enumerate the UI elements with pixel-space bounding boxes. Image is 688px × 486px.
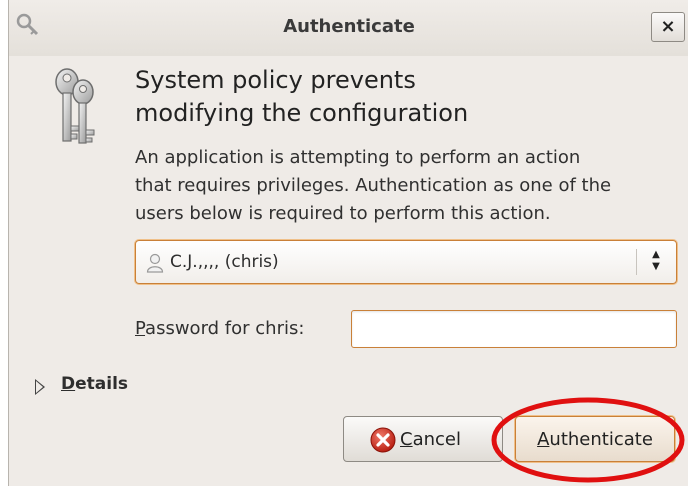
description-line: that requires privileges. Authentication… (135, 175, 612, 196)
expander-triangle-fill (36, 381, 43, 393)
keys-icon (55, 68, 95, 144)
authenticate-dialog: Authenticate × System policy prevents mo… (8, 0, 688, 486)
heading-line: modifying the configuration (135, 99, 469, 127)
dialog-description: An application is attempting to perform … (135, 144, 683, 228)
selected-user: C.J.,,,, (chris) (170, 252, 279, 272)
cancel-label-text: ancel (412, 429, 461, 450)
description-line: An application is attempting to perform … (135, 147, 581, 168)
select-separator (636, 249, 637, 275)
cancel-icon (370, 427, 396, 453)
cancel-mnemonic: C (400, 429, 413, 450)
user-icon (146, 253, 164, 273)
authenticate-mnemonic: A (537, 429, 550, 450)
cancel-button[interactable]: Cancel (343, 416, 503, 462)
description-line: users below is required to perform this … (135, 203, 551, 224)
cancel-label: Cancel (400, 429, 461, 450)
password-label: Password for chris: (135, 318, 304, 339)
password-label-text: assword for chris: (145, 318, 305, 339)
authenticate-label-text: uthenticate (549, 429, 653, 450)
authenticate-button[interactable]: Authenticate (515, 416, 675, 462)
password-input[interactable] (351, 310, 677, 348)
updown-arrows-icon: ▲ ▼ (652, 249, 660, 272)
user-select[interactable]: C.J.,,,, (chris) ▲ ▼ (135, 240, 677, 284)
details-expander[interactable]: Details (61, 374, 128, 394)
details-mnemonic: D (61, 374, 76, 394)
details-label-text: etails (75, 374, 129, 394)
close-button[interactable]: × (651, 12, 685, 42)
authenticate-label: Authenticate (516, 429, 674, 450)
window-title: Authenticate (283, 16, 415, 37)
password-mnemonic: P (135, 318, 146, 339)
dialog-heading: System policy prevents modifying the con… (135, 64, 675, 130)
heading-line: System policy prevents (135, 66, 416, 94)
title-bar[interactable]: Authenticate × (9, 0, 688, 56)
